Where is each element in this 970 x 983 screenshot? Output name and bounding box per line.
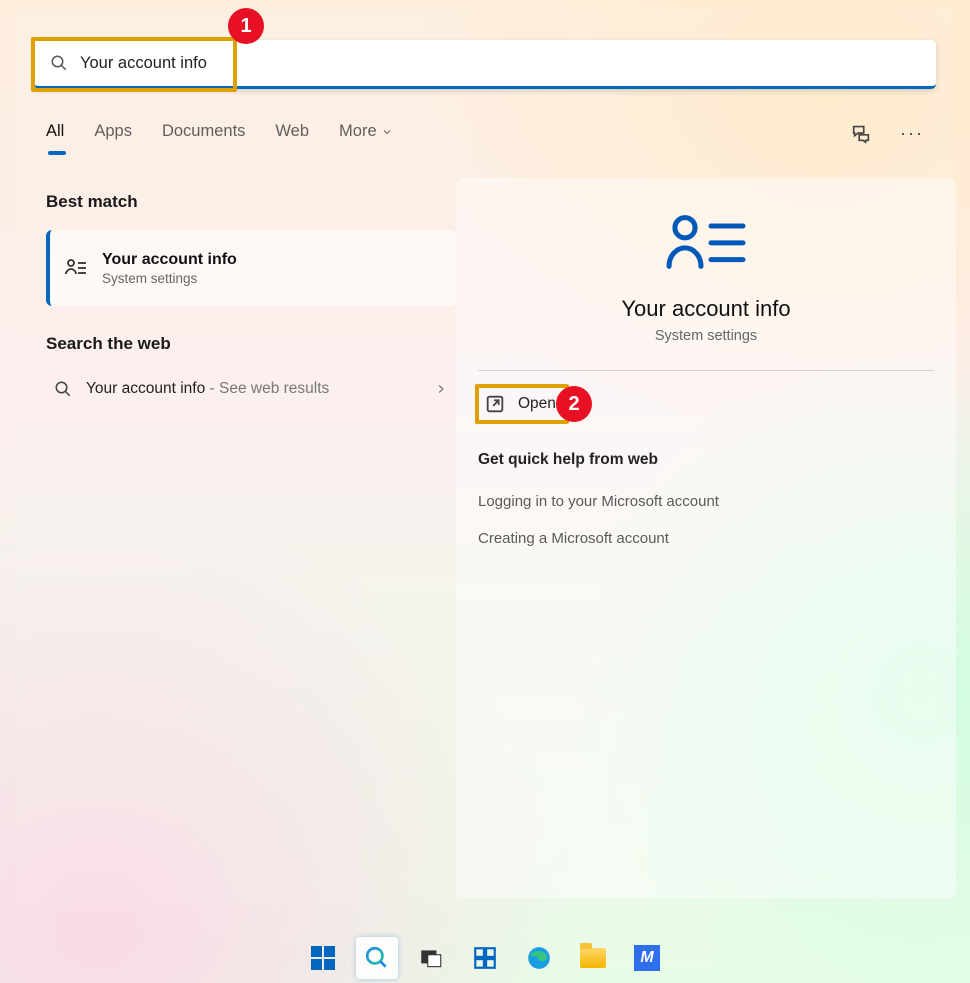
web-result-row[interactable]: Your account info - See web results bbox=[46, 370, 456, 408]
open-button[interactable]: Open bbox=[478, 387, 566, 421]
open-external-icon bbox=[484, 393, 506, 415]
tab-all[interactable]: All bbox=[46, 122, 64, 141]
search-input[interactable] bbox=[80, 54, 920, 73]
filter-tabs: All Apps Documents Web More bbox=[46, 122, 393, 141]
best-match-subtitle: System settings bbox=[102, 271, 237, 286]
search-icon bbox=[54, 380, 72, 398]
divider bbox=[478, 370, 934, 371]
preview-panel: Your account info System settings Open G… bbox=[456, 178, 956, 898]
best-match-title: Your account info bbox=[102, 251, 237, 269]
task-view-icon bbox=[418, 945, 444, 971]
account-list-icon bbox=[64, 256, 88, 280]
help-link-create[interactable]: Creating a Microsoft account bbox=[478, 530, 934, 547]
start-button[interactable] bbox=[302, 937, 344, 979]
chat-icon[interactable] bbox=[850, 122, 872, 144]
taskbar-search[interactable] bbox=[356, 937, 398, 979]
search-icon bbox=[50, 54, 68, 72]
tab-web[interactable]: Web bbox=[275, 122, 309, 141]
task-view[interactable] bbox=[410, 937, 452, 979]
taskbar: M bbox=[0, 933, 970, 983]
tab-more-label: More bbox=[339, 122, 377, 141]
edge-icon bbox=[526, 945, 552, 971]
widgets-icon bbox=[472, 945, 498, 971]
best-match-heading: Best match bbox=[46, 192, 456, 212]
annotation-badge-1: 1 bbox=[228, 8, 264, 44]
preview-title: Your account info bbox=[478, 296, 934, 322]
folder-icon bbox=[580, 948, 606, 968]
widgets[interactable] bbox=[464, 937, 506, 979]
web-result-title: Your account info bbox=[86, 380, 205, 397]
taskbar-app[interactable]: M bbox=[626, 937, 668, 979]
edge-browser[interactable] bbox=[518, 937, 560, 979]
tab-apps[interactable]: Apps bbox=[94, 122, 132, 141]
tab-more[interactable]: More bbox=[339, 122, 393, 141]
web-result-hint: - See web results bbox=[205, 380, 329, 397]
annotation-badge-2: 2 bbox=[556, 386, 592, 422]
tab-documents[interactable]: Documents bbox=[162, 122, 245, 141]
preview-subtitle: System settings bbox=[478, 328, 934, 344]
search-icon bbox=[364, 945, 390, 971]
windows-logo-icon bbox=[311, 946, 335, 970]
quick-help-heading: Get quick help from web bbox=[478, 451, 934, 469]
open-label: Open bbox=[518, 395, 556, 413]
chevron-down-icon bbox=[381, 126, 393, 138]
more-options-icon[interactable]: ··· bbox=[900, 123, 924, 144]
help-link-login[interactable]: Logging in to your Microsoft account bbox=[478, 493, 934, 510]
search-window: All Apps Documents Web More ··· Best mat… bbox=[16, 6, 954, 906]
account-list-icon bbox=[664, 212, 748, 272]
chevron-right-icon bbox=[434, 382, 448, 396]
file-explorer[interactable] bbox=[572, 937, 614, 979]
app-tile-icon: M bbox=[634, 945, 660, 971]
search-bar[interactable] bbox=[34, 40, 936, 89]
search-web-heading: Search the web bbox=[46, 334, 456, 354]
best-match-result[interactable]: Your account info System settings bbox=[46, 230, 456, 306]
